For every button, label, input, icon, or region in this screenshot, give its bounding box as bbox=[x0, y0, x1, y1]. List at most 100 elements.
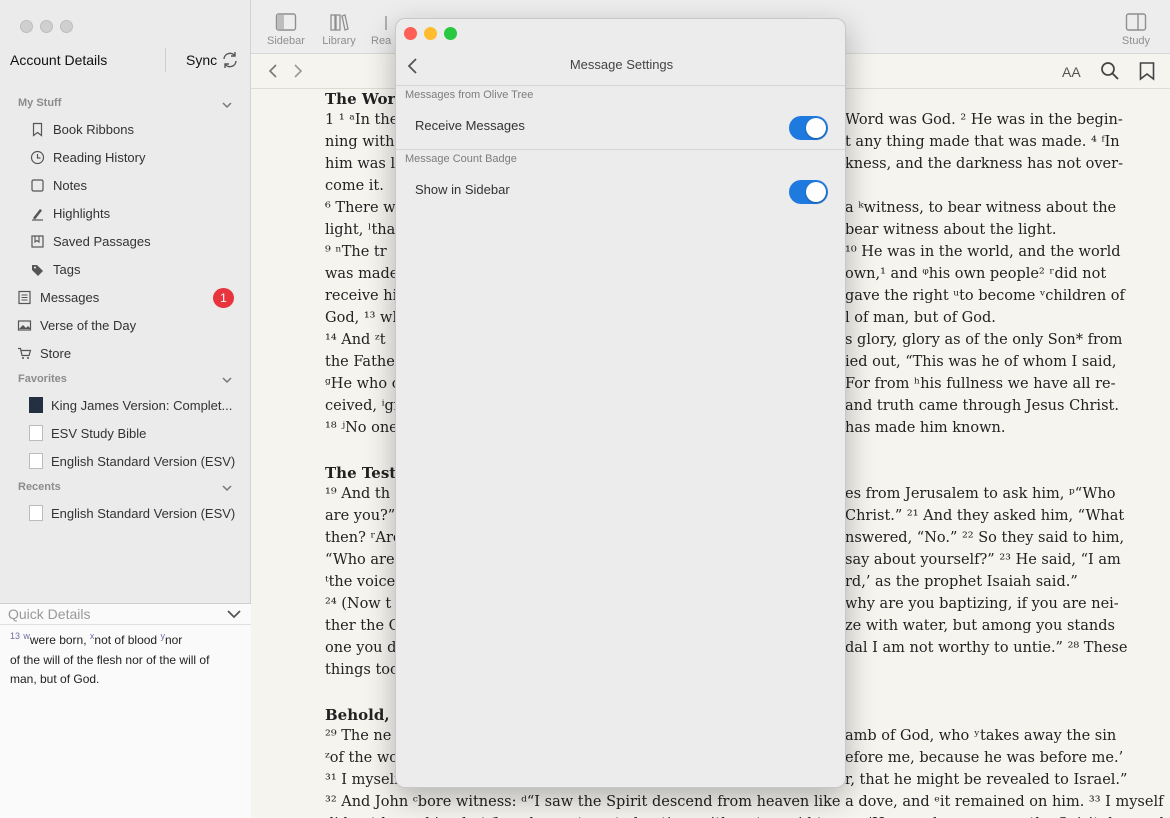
verse-text: nor bbox=[164, 633, 183, 647]
my-stuff-header: My Stuff bbox=[18, 97, 62, 109]
study-toggle-button[interactable]: Study bbox=[1116, 12, 1156, 47]
sidebar-toggle-button[interactable]: Sidebar bbox=[266, 12, 306, 47]
sidebar-item-label: Reading History bbox=[53, 149, 146, 165]
section-header-badge: Message Count Badge bbox=[405, 153, 517, 165]
reader-line-right: ¹⁰ He was in the world, and the world bbox=[845, 244, 1121, 260]
sync-button[interactable]: Sync bbox=[186, 52, 217, 68]
modal-close-button[interactable] bbox=[404, 27, 417, 40]
reader-line-right: own,¹ and ᵠhis own people² ʳdid not bbox=[845, 266, 1107, 282]
sidebar-item-highlights[interactable]: Highlights bbox=[30, 202, 110, 224]
reader-line-right: l of man, but of God. bbox=[845, 310, 996, 326]
sidebar: Account Details Sync My Stuff Book Ribbo… bbox=[0, 0, 251, 818]
section-heading: The Testi bbox=[325, 464, 402, 482]
reader-line-right: kness, and the darkness has not over- bbox=[845, 156, 1123, 172]
window-zoom-button[interactable] bbox=[60, 20, 73, 33]
text-size-button[interactable]: AA bbox=[1062, 64, 1081, 80]
reader-line-left: ³¹ I myself bbox=[325, 772, 400, 788]
reader-line-right: Christ.” ²¹ And they asked him, “What bbox=[845, 508, 1125, 524]
reader-line-left: ᵍHe who c bbox=[325, 376, 400, 392]
recents-header: Recents bbox=[18, 481, 61, 493]
reader-line-left: the Father bbox=[325, 354, 402, 370]
verse-text: not of blood bbox=[94, 633, 161, 647]
modal-header-divider bbox=[396, 85, 845, 86]
chevron-down-icon[interactable] bbox=[220, 373, 234, 387]
messages-count-badge: 1 bbox=[213, 288, 234, 308]
sidebar-item-verse-of-the-day[interactable]: Verse of the Day bbox=[17, 314, 136, 336]
sidebar-item-label: Store bbox=[40, 345, 72, 361]
reader-line-left: are you?” bbox=[325, 508, 396, 524]
clock-icon bbox=[30, 150, 45, 164]
reader-line-left: ³² And John ᶜbore witness: ᵈ“I saw the S… bbox=[325, 794, 1164, 810]
sidebar-item-book-ribbons[interactable]: Book Ribbons bbox=[30, 118, 134, 140]
reader-line-left: God, ¹³ wh bbox=[325, 310, 402, 326]
toggle-knob bbox=[806, 182, 826, 202]
reader-line-left: ⁹ ⁿThe tr bbox=[325, 244, 387, 260]
modal-title: Message Settings bbox=[569, 57, 674, 72]
section-header-messages: Messages from Olive Tree bbox=[405, 89, 534, 101]
show-in-sidebar-label: Show in Sidebar bbox=[415, 182, 510, 197]
reader-line-left: 1 ¹ ᵃIn the bbox=[325, 112, 399, 128]
favorite-item[interactable]: English Standard Version (ESV) bbox=[29, 450, 235, 472]
reader-line-left: one you do bbox=[325, 640, 406, 656]
recent-item[interactable]: English Standard Version (ESV) bbox=[29, 502, 235, 524]
reader-line-left: light, ˡthat bbox=[325, 222, 402, 238]
chevron-down-icon[interactable] bbox=[226, 606, 242, 622]
sidebar-item-notes[interactable]: Notes bbox=[30, 174, 87, 196]
account-details-button[interactable]: Account Details bbox=[10, 52, 107, 68]
bookmark-icon[interactable] bbox=[1137, 61, 1157, 81]
recent-item-label: English Standard Version (ESV) bbox=[51, 505, 236, 521]
modal-zoom-button[interactable] bbox=[444, 27, 457, 40]
reader-line-left: ᶻof the wor bbox=[325, 750, 405, 766]
receive-messages-label: Receive Messages bbox=[415, 118, 525, 133]
show-in-sidebar-toggle[interactable] bbox=[789, 180, 828, 204]
quick-details-title: Quick Details bbox=[8, 606, 91, 622]
favorite-item-label: King James Version: Complet... bbox=[51, 397, 233, 413]
modal-minimize-button[interactable] bbox=[424, 27, 437, 40]
toggle-knob bbox=[806, 118, 826, 138]
sync-icon[interactable] bbox=[220, 50, 240, 70]
sidebar-item-label: Highlights bbox=[53, 205, 111, 221]
sidebar-item-messages[interactable]: Messages bbox=[17, 286, 99, 308]
cart-icon bbox=[18, 347, 32, 359]
library-button[interactable]: Library bbox=[319, 12, 359, 47]
forward-arrow-icon[interactable] bbox=[288, 62, 308, 80]
reader-line-right: es from Jerusalem to ask him, ᵖ“Who bbox=[845, 486, 1116, 502]
reader-line-right: nswered, “No.” ²² So they said to him, bbox=[845, 530, 1125, 546]
sidebar-item-label: Book Ribbons bbox=[53, 121, 134, 137]
favorite-item[interactable]: ESV Study Bible bbox=[29, 422, 146, 444]
reader-line-right: For from ʰhis fullness we have all re- bbox=[845, 376, 1116, 392]
receive-messages-toggle[interactable] bbox=[789, 116, 828, 140]
sidebar-item-store[interactable]: Store bbox=[17, 342, 71, 364]
sidebar-icon bbox=[275, 13, 297, 31]
reader-line-left: was made bbox=[325, 266, 399, 282]
note-icon bbox=[31, 178, 44, 192]
window-close-button[interactable] bbox=[20, 20, 33, 33]
message-settings-window: Message Settings Messages from Olive Tre… bbox=[395, 18, 846, 788]
toolbar-label: Sidebar bbox=[267, 35, 305, 47]
sidebar-item-label: Notes bbox=[53, 177, 87, 193]
messages-icon bbox=[18, 290, 31, 304]
reader-line-right: amb of God, who ʸtakes away the sin bbox=[845, 728, 1117, 744]
reader-line-left: ²⁹ The ne bbox=[325, 728, 392, 744]
back-arrow-icon[interactable] bbox=[263, 62, 283, 80]
window-minimize-button[interactable] bbox=[40, 20, 53, 33]
favorite-item-label: English Standard Version (ESV) bbox=[51, 453, 236, 469]
receive-messages-row: Receive Messages bbox=[396, 106, 845, 148]
reader-line-right: r, that he might be revealed to Israel.” bbox=[845, 772, 1128, 788]
chevron-down-icon[interactable] bbox=[220, 98, 234, 112]
chevron-down-icon[interactable] bbox=[220, 481, 234, 495]
reader-line-left: ¹⁴ And ᶻt bbox=[325, 332, 386, 348]
reader-line-left: receive hir bbox=[325, 288, 405, 304]
favorite-item[interactable]: King James Version: Complet... bbox=[29, 394, 232, 416]
study-panel-icon bbox=[1125, 13, 1147, 31]
sidebar-item-reading-history[interactable]: Reading History bbox=[30, 146, 146, 168]
quick-details-text: 13 wwere born, xnot of blood ynor of the… bbox=[10, 627, 242, 690]
reader-line-right: say about yourself?” ²³ He said, “I am bbox=[845, 552, 1121, 568]
search-icon[interactable] bbox=[1100, 61, 1120, 81]
sidebar-item-saved-passages[interactable]: Saved Passages bbox=[30, 230, 151, 252]
reader-line-right: dal I am not worthy to untie.” ²⁸ These bbox=[845, 640, 1128, 656]
reader-line-left: then? ʳAre bbox=[325, 530, 402, 546]
verse-text: were born, bbox=[29, 633, 90, 647]
sidebar-item-tags[interactable]: Tags bbox=[30, 258, 80, 280]
reader-line-left: ⁶ There w bbox=[325, 200, 396, 216]
